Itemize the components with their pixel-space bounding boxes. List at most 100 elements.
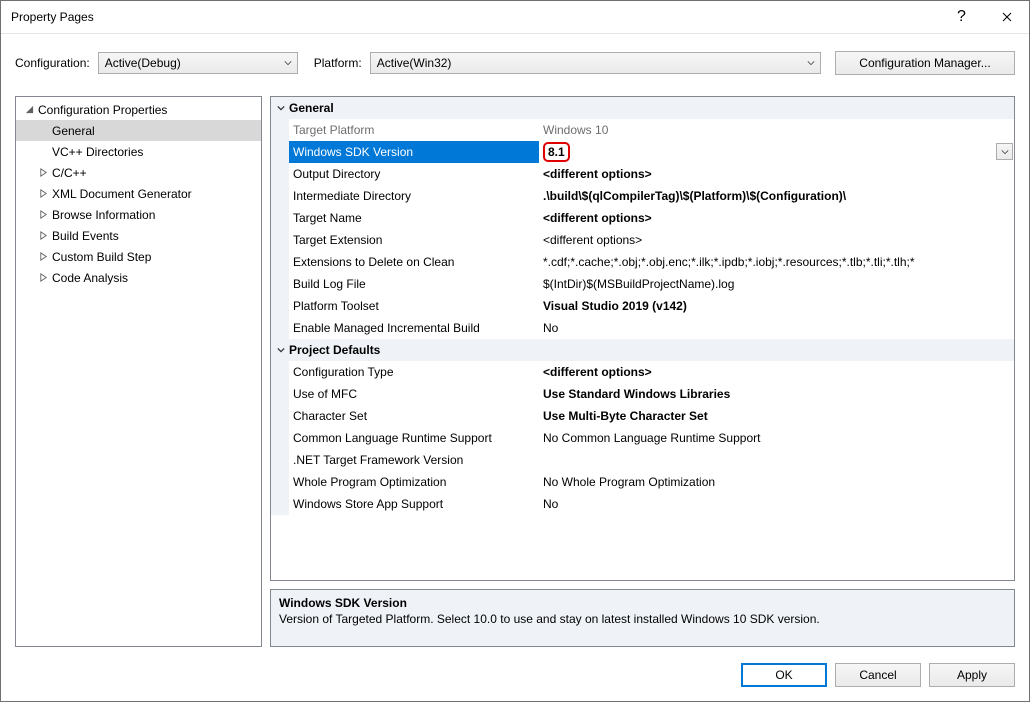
tree-item-browse-info[interactable]: Browse Information [16, 204, 261, 225]
cell-label: Intermediate Directory [289, 185, 539, 207]
chevron-down-icon [22, 105, 36, 114]
description-text: Version of Targeted Platform. Select 10.… [279, 612, 1006, 626]
cell-value: *.cdf;*.cache;*.obj;*.obj.enc;*.ilk;*.ip… [539, 251, 1014, 273]
group-label: General [289, 101, 334, 115]
apply-button[interactable]: Apply [929, 663, 1015, 687]
cell-value: <different options> [539, 207, 1014, 229]
platform-value: Active(Win32) [371, 56, 802, 70]
cell-value: <different options> [539, 361, 1014, 383]
chevron-right-icon [36, 252, 50, 261]
cell-value: <different options> [539, 229, 1014, 251]
row-clr-support[interactable]: Common Language Runtime Support No Commo… [271, 427, 1014, 449]
cell-value: Use Multi-Byte Character Set [539, 405, 1014, 427]
row-output-directory[interactable]: Output Directory <different options> [271, 163, 1014, 185]
row-target-name[interactable]: Target Name <different options> [271, 207, 1014, 229]
chevron-down-icon [802, 53, 820, 73]
right-pane: General Target Platform Windows 10 Windo… [262, 96, 1015, 647]
tree-item-general[interactable]: General [16, 120, 261, 141]
cell-value: Visual Studio 2019 (v142) [539, 295, 1014, 317]
configuration-select[interactable]: Active(Debug) [98, 52, 298, 74]
tree-item-build-events[interactable]: Build Events [16, 225, 261, 246]
description-panel: Windows SDK Version Version of Targeted … [270, 589, 1015, 647]
row-configuration-type[interactable]: Configuration Type <different options> [271, 361, 1014, 383]
platform-label: Platform: [314, 56, 362, 70]
row-net-framework[interactable]: .NET Target Framework Version [271, 449, 1014, 471]
tree-panel: Configuration Properties General VC++ Di… [15, 96, 262, 647]
configuration-label: Configuration: [15, 56, 90, 70]
cell-value: No [539, 317, 1014, 339]
help-button[interactable]: ? [939, 1, 984, 33]
cell-label: Platform Toolset [289, 295, 539, 317]
footer: OK Cancel Apply [1, 655, 1029, 701]
property-grid: General Target Platform Windows 10 Windo… [270, 96, 1015, 581]
cell-label: Windows Store App Support [289, 493, 539, 515]
cell-value: No Whole Program Optimization [539, 471, 1014, 493]
cell-value: <different options> [539, 163, 1014, 185]
cancel-label: Cancel [859, 668, 896, 682]
platform-select[interactable]: Active(Win32) [370, 52, 821, 74]
tree-item-config-props[interactable]: Configuration Properties [16, 99, 261, 120]
cell-label: .NET Target Framework Version [289, 449, 539, 471]
cell-label: Target Platform [289, 119, 539, 141]
close-button[interactable] [984, 1, 1029, 33]
apply-label: Apply [957, 668, 987, 682]
tree-item-xml-doc-gen[interactable]: XML Document Generator [16, 183, 261, 204]
cell-label: Configuration Type [289, 361, 539, 383]
chevron-down-icon [273, 346, 289, 354]
chevron-down-icon [279, 53, 297, 73]
group-label: Project Defaults [289, 343, 380, 357]
cell-value: .\build\$(qlCompilerTag)\$(Platform)\$(C… [539, 185, 1014, 207]
ok-button[interactable]: OK [741, 663, 827, 687]
row-intermediate-directory[interactable]: Intermediate Directory .\build\$(qlCompi… [271, 185, 1014, 207]
cell-value: No Common Language Runtime Support [539, 427, 1014, 449]
group-project-defaults[interactable]: Project Defaults [271, 339, 1014, 361]
group-general[interactable]: General [271, 97, 1014, 119]
tree-item-c-cpp[interactable]: C/C++ [16, 162, 261, 183]
row-target-extension[interactable]: Target Extension <different options> [271, 229, 1014, 251]
chevron-right-icon [36, 231, 50, 240]
row-use-mfc[interactable]: Use of MFC Use Standard Windows Librarie… [271, 383, 1014, 405]
dropdown-button[interactable] [996, 143, 1013, 160]
chevron-right-icon [36, 189, 50, 198]
tree-label: Build Events [50, 229, 119, 243]
cancel-button[interactable]: Cancel [835, 663, 921, 687]
row-whole-program-opt[interactable]: Whole Program Optimization No Whole Prog… [271, 471, 1014, 493]
row-managed-incremental[interactable]: Enable Managed Incremental Build No [271, 317, 1014, 339]
configuration-value: Active(Debug) [99, 56, 279, 70]
tree-item-code-analysis[interactable]: Code Analysis [16, 267, 261, 288]
cell-label: Target Extension [289, 229, 539, 251]
row-winstore-app[interactable]: Windows Store App Support No [271, 493, 1014, 515]
cell-label: Output Directory [289, 163, 539, 185]
config-bar: Configuration: Active(Debug) Platform: A… [1, 34, 1029, 82]
tree-label: Code Analysis [50, 271, 128, 285]
tree-item-custom-build-step[interactable]: Custom Build Step [16, 246, 261, 267]
row-platform-toolset[interactable]: Platform Toolset Visual Studio 2019 (v14… [271, 295, 1014, 317]
ok-label: OK [775, 668, 792, 682]
row-character-set[interactable]: Character Set Use Multi-Byte Character S… [271, 405, 1014, 427]
tree-label: General [50, 124, 95, 138]
cell-label: Character Set [289, 405, 539, 427]
description-title: Windows SDK Version [279, 596, 1006, 610]
tree-label: VC++ Directories [50, 145, 143, 159]
cell-label: Whole Program Optimization [289, 471, 539, 493]
chevron-right-icon [36, 210, 50, 219]
cell-value[interactable]: 8.1 [539, 141, 1014, 163]
row-extensions-delete[interactable]: Extensions to Delete on Clean *.cdf;*.ca… [271, 251, 1014, 273]
close-icon [1002, 12, 1012, 22]
cell-label: Windows SDK Version [289, 141, 539, 163]
cell-label: Target Name [289, 207, 539, 229]
row-build-log[interactable]: Build Log File $(IntDir)$(MSBuildProject… [271, 273, 1014, 295]
cell-value: $(IntDir)$(MSBuildProjectName).log [539, 273, 1014, 295]
tree-item-vc-directories[interactable]: VC++ Directories [16, 141, 261, 162]
cell-value: No [539, 493, 1014, 515]
cell-label: Enable Managed Incremental Build [289, 317, 539, 339]
config-manager-label: Configuration Manager... [859, 56, 990, 70]
cell-label: Build Log File [289, 273, 539, 295]
row-windows-sdk-version[interactable]: Windows SDK Version 8.1 [271, 141, 1014, 163]
property-pages-window: Property Pages ? Configuration: Active(D… [0, 0, 1030, 702]
cell-label: Extensions to Delete on Clean [289, 251, 539, 273]
row-target-platform[interactable]: Target Platform Windows 10 [271, 119, 1014, 141]
config-manager-button[interactable]: Configuration Manager... [835, 51, 1015, 75]
tree-label: Browse Information [50, 208, 155, 222]
chevron-right-icon [36, 273, 50, 282]
